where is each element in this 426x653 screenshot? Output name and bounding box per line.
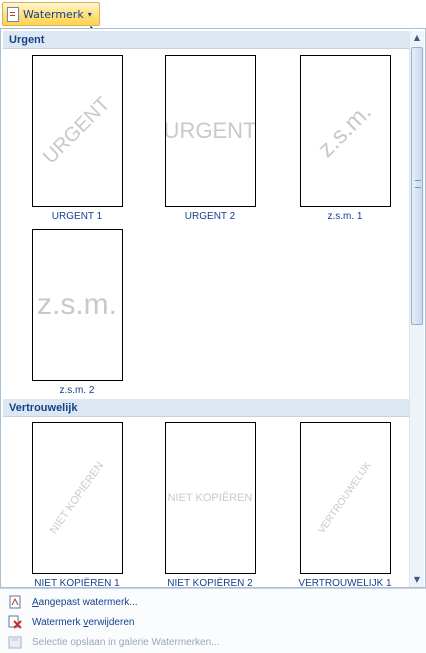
thumb-caption: z.s.m. 2	[59, 385, 95, 396]
watermark-text: z.s.m.	[37, 288, 117, 321]
watermark-button[interactable]: Watermerk ▾	[2, 2, 100, 26]
page-preview: z.s.m.	[31, 229, 123, 381]
watermark-text: z.s.m.	[312, 98, 377, 163]
watermark-thumb-zsm-1[interactable]: z.s.m. z.s.m. 1	[287, 55, 403, 222]
page-preview: NIET KOPIËREN	[164, 422, 256, 574]
save-selection-icon	[8, 635, 22, 649]
watermark-text: URGENT	[164, 118, 256, 143]
section-header-urgent: Urgent	[3, 31, 412, 49]
watermark-menu: Aangepast watermerk... Watermerk verwijd…	[0, 588, 426, 653]
page-preview: URGENT	[31, 55, 123, 207]
grip-icon	[415, 180, 421, 188]
chevron-down-icon: ▾	[87, 9, 92, 19]
scroll-down-icon[interactable]: ▼	[410, 573, 424, 587]
watermark-doc-icon	[7, 6, 19, 22]
menu-label: Watermerk verwijderen	[32, 616, 135, 628]
menu-label: Selectie opslaan in galerie Watermerken.…	[32, 636, 220, 648]
menu-item-save-selection[interactable]: Selectie opslaan in galerie Watermerken.…	[0, 632, 426, 652]
watermark-thumb-vertrouwelijk-1[interactable]: VERTROUWELIJK VERTROUWELIJK 1	[287, 422, 403, 589]
watermark-text: VERTROUWELIJK	[316, 460, 374, 536]
thumb-caption: URGENT 2	[184, 211, 236, 222]
page-preview: VERTROUWELIJK	[299, 422, 391, 574]
remove-watermark-icon	[8, 615, 22, 629]
watermark-gallery: Urgent URGENT URGENT 1 URGENT URGENT 2 z…	[0, 28, 426, 589]
page-preview: NIET KOPIËREN	[31, 422, 123, 574]
watermark-thumb-zsm-2[interactable]: z.s.m. z.s.m. 2	[19, 229, 135, 396]
menu-item-custom-watermark[interactable]: Aangepast watermerk...	[0, 592, 426, 612]
menu-item-remove-watermark[interactable]: Watermerk verwijderen	[0, 612, 426, 632]
custom-watermark-icon	[8, 595, 22, 609]
page-preview: z.s.m.	[299, 55, 391, 207]
watermark-thumb-niet-kopieren-2[interactable]: NIET KOPIËREN NIET KOPIËREN 2	[152, 422, 268, 589]
thumb-caption: URGENT 1	[51, 211, 103, 222]
menu-label: Aangepast watermerk...	[32, 596, 138, 608]
thumb-caption: z.s.m. 1	[327, 211, 363, 222]
watermark-text: NIET KOPIËREN	[167, 492, 253, 504]
scrollbar-thumb[interactable]	[411, 47, 423, 325]
watermark-text: NIET KOPIËREN	[47, 459, 107, 537]
watermark-button-label: Watermerk	[23, 7, 84, 21]
watermark-thumb-niet-kopieren-1[interactable]: NIET KOPIËREN NIET KOPIËREN 1	[19, 422, 135, 589]
page-preview: URGENT	[164, 55, 256, 207]
gallery-scrollbar[interactable]: ▲ ▼	[409, 31, 424, 587]
watermark-thumb-urgent-2[interactable]: URGENT URGENT 2	[152, 55, 268, 222]
scroll-up-icon[interactable]: ▲	[410, 31, 424, 45]
section-header-vertrouwelijk: Vertrouwelijk	[3, 399, 412, 417]
watermark-thumb-urgent-1[interactable]: URGENT URGENT 1	[19, 55, 135, 222]
watermark-text: URGENT	[39, 93, 115, 169]
